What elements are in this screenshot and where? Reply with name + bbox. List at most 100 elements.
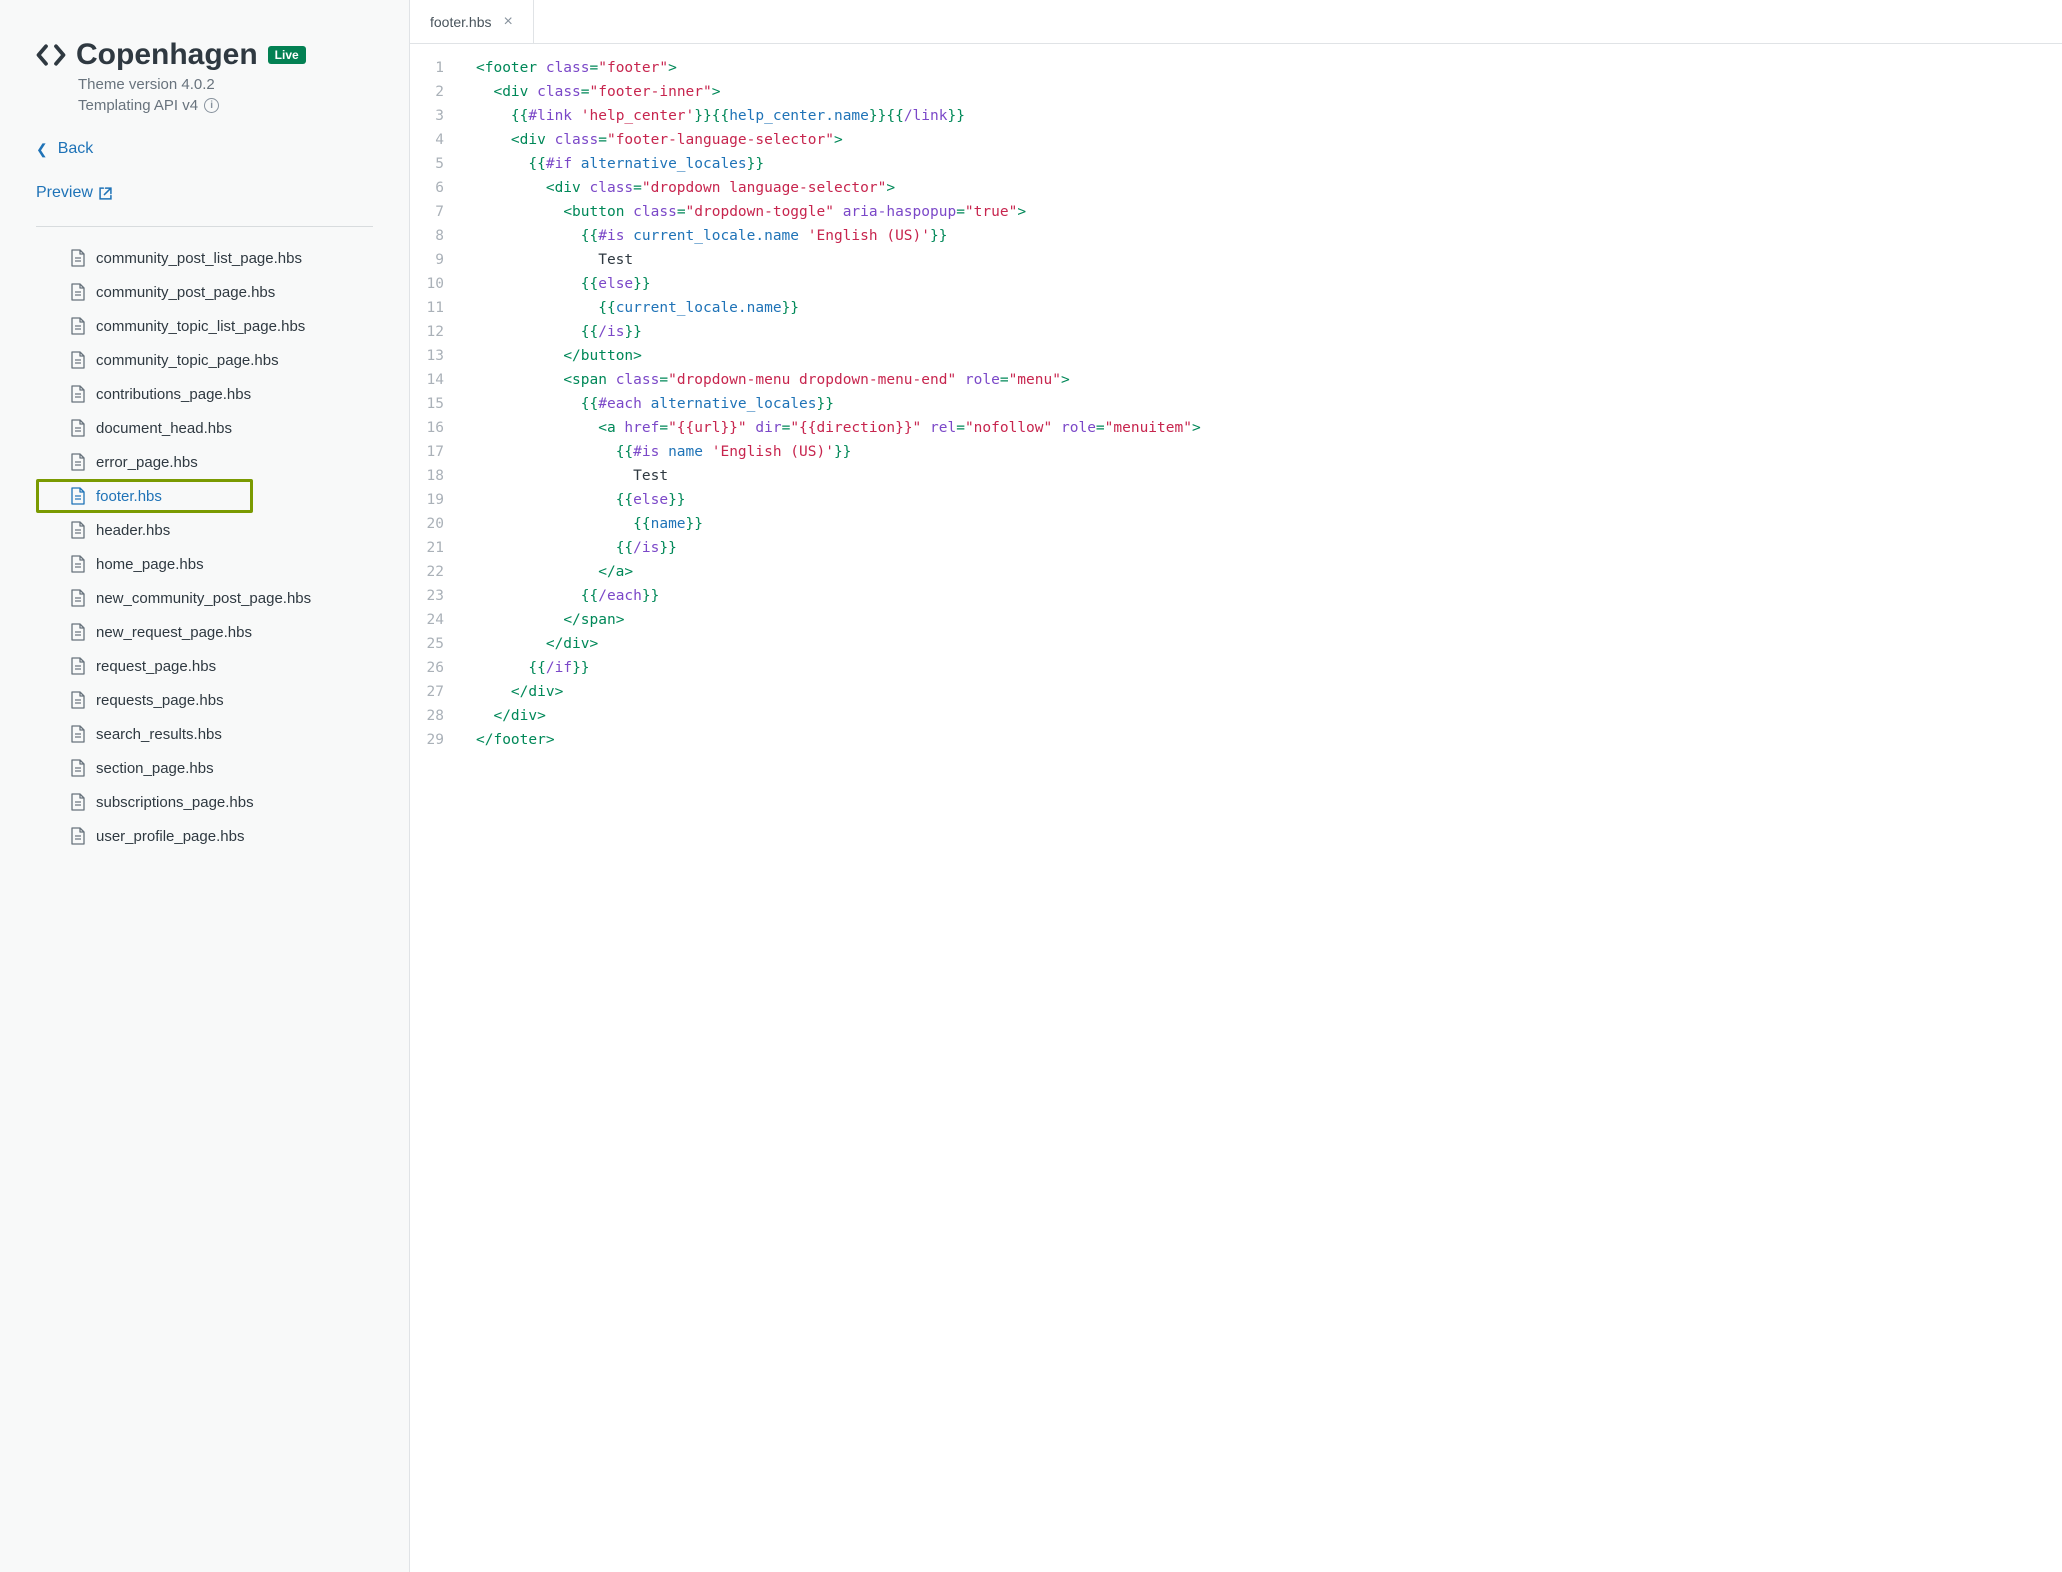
theme-version: Theme version 4.0.2 — [36, 76, 373, 93]
live-badge: Live — [268, 46, 306, 64]
file-icon — [70, 725, 86, 743]
file-icon — [70, 623, 86, 641]
code-line: Test — [476, 248, 2062, 272]
code-line: {{name}} — [476, 512, 2062, 536]
file-name: community_post_page.hbs — [96, 284, 275, 301]
tab-label: footer.hbs — [430, 14, 492, 30]
code-line: {{#link 'help_center'}}{{help_center.nam… — [476, 104, 2062, 128]
line-number: 27 — [410, 680, 444, 704]
code-line: <button class="dropdown-toggle" aria-has… — [476, 200, 2062, 224]
divider — [36, 226, 373, 227]
file-item-community_post_page-hbs[interactable]: community_post_page.hbs — [36, 275, 373, 309]
file-icon — [70, 657, 86, 675]
theme-header: Copenhagen Live — [36, 38, 373, 72]
file-name: requests_page.hbs — [96, 692, 224, 709]
code-line: </footer> — [476, 728, 2062, 752]
file-icon — [70, 487, 86, 505]
line-number: 17 — [410, 440, 444, 464]
line-number: 10 — [410, 272, 444, 296]
code-line: <a href="{{url}}" dir="{{direction}}" re… — [476, 416, 2062, 440]
preview-link[interactable]: Preview — [36, 184, 373, 202]
file-name: header.hbs — [96, 522, 170, 539]
file-item-search_results-hbs[interactable]: search_results.hbs — [36, 717, 373, 751]
code-icon — [36, 43, 66, 67]
line-number: 26 — [410, 656, 444, 680]
code-line: <div class="footer-inner"> — [476, 80, 2062, 104]
file-item-request_page-hbs[interactable]: request_page.hbs — [36, 649, 373, 683]
code-line: </span> — [476, 608, 2062, 632]
file-item-footer-hbs[interactable]: footer.hbs — [36, 479, 253, 513]
file-item-section_page-hbs[interactable]: section_page.hbs — [36, 751, 373, 785]
line-number: 20 — [410, 512, 444, 536]
file-item-home_page-hbs[interactable]: home_page.hbs — [36, 547, 373, 581]
code-line: {{#is current_locale.name 'English (US)'… — [476, 224, 2062, 248]
file-item-community_topic_page-hbs[interactable]: community_topic_page.hbs — [36, 343, 373, 377]
file-name: community_topic_page.hbs — [96, 352, 279, 369]
external-link-icon — [99, 187, 112, 200]
file-list: community_post_list_page.hbs community_po… — [36, 241, 373, 853]
code-line: <span class="dropdown-menu dropdown-menu… — [476, 368, 2062, 392]
editor-pane: footer.hbs × 123456789101112131415161718… — [410, 0, 2062, 1572]
line-number: 21 — [410, 536, 444, 560]
file-name: error_page.hbs — [96, 454, 198, 471]
file-item-error_page-hbs[interactable]: error_page.hbs — [36, 445, 373, 479]
close-icon[interactable]: × — [504, 13, 513, 31]
info-icon[interactable]: i — [204, 98, 219, 113]
code-content: <footer class="footer"> <div class="foot… — [462, 56, 2062, 1572]
code-line: <footer class="footer"> — [476, 56, 2062, 80]
file-icon — [70, 691, 86, 709]
line-gutter: 1234567891011121314151617181920212223242… — [410, 56, 462, 1572]
code-line: {{#each alternative_locales}} — [476, 392, 2062, 416]
tab-footer[interactable]: footer.hbs × — [410, 0, 534, 43]
line-number: 24 — [410, 608, 444, 632]
code-line: </a> — [476, 560, 2062, 584]
file-icon — [70, 555, 86, 573]
file-item-document_head-hbs[interactable]: document_head.hbs — [36, 411, 373, 445]
line-number: 7 — [410, 200, 444, 224]
line-number: 18 — [410, 464, 444, 488]
file-item-community_post_list_page-hbs[interactable]: community_post_list_page.hbs — [36, 241, 373, 275]
file-name: user_profile_page.hbs — [96, 828, 244, 845]
file-item-new_request_page-hbs[interactable]: new_request_page.hbs — [36, 615, 373, 649]
back-button[interactable]: ❮ Back — [36, 140, 373, 158]
file-item-header-hbs[interactable]: header.hbs — [36, 513, 373, 547]
file-name: request_page.hbs — [96, 658, 216, 675]
theme-title: Copenhagen — [76, 38, 258, 72]
code-line: {{#is name 'English (US)'}} — [476, 440, 2062, 464]
file-icon — [70, 521, 86, 539]
file-name: new_request_page.hbs — [96, 624, 252, 641]
file-name: subscriptions_page.hbs — [96, 794, 254, 811]
line-number: 22 — [410, 560, 444, 584]
line-number: 14 — [410, 368, 444, 392]
file-name: home_page.hbs — [96, 556, 204, 573]
templating-api: Templating API v4 i — [36, 97, 373, 114]
file-item-new_community_post_page-hbs[interactable]: new_community_post_page.hbs — [36, 581, 373, 615]
file-icon — [70, 453, 86, 471]
line-number: 11 — [410, 296, 444, 320]
code-line: {{else}} — [476, 272, 2062, 296]
code-line: </div> — [476, 680, 2062, 704]
code-line: <div class="footer-language-selector"> — [476, 128, 2062, 152]
code-line: </button> — [476, 344, 2062, 368]
line-number: 6 — [410, 176, 444, 200]
file-name: search_results.hbs — [96, 726, 222, 743]
file-name: community_post_list_page.hbs — [96, 250, 302, 267]
file-item-subscriptions_page-hbs[interactable]: subscriptions_page.hbs — [36, 785, 373, 819]
code-line: {{else}} — [476, 488, 2062, 512]
line-number: 16 — [410, 416, 444, 440]
file-icon — [70, 759, 86, 777]
file-name: document_head.hbs — [96, 420, 232, 437]
code-line: </div> — [476, 704, 2062, 728]
file-item-user_profile_page-hbs[interactable]: user_profile_page.hbs — [36, 819, 373, 853]
line-number: 29 — [410, 728, 444, 752]
file-name: new_community_post_page.hbs — [96, 590, 311, 607]
file-item-community_topic_list_page-hbs[interactable]: community_topic_list_page.hbs — [36, 309, 373, 343]
line-number: 3 — [410, 104, 444, 128]
code-line: {{/is}} — [476, 536, 2062, 560]
code-editor[interactable]: 1234567891011121314151617181920212223242… — [410, 44, 2062, 1572]
line-number: 15 — [410, 392, 444, 416]
code-line: {{#if alternative_locales}} — [476, 152, 2062, 176]
line-number: 19 — [410, 488, 444, 512]
file-item-requests_page-hbs[interactable]: requests_page.hbs — [36, 683, 373, 717]
file-item-contributions_page-hbs[interactable]: contributions_page.hbs — [36, 377, 373, 411]
